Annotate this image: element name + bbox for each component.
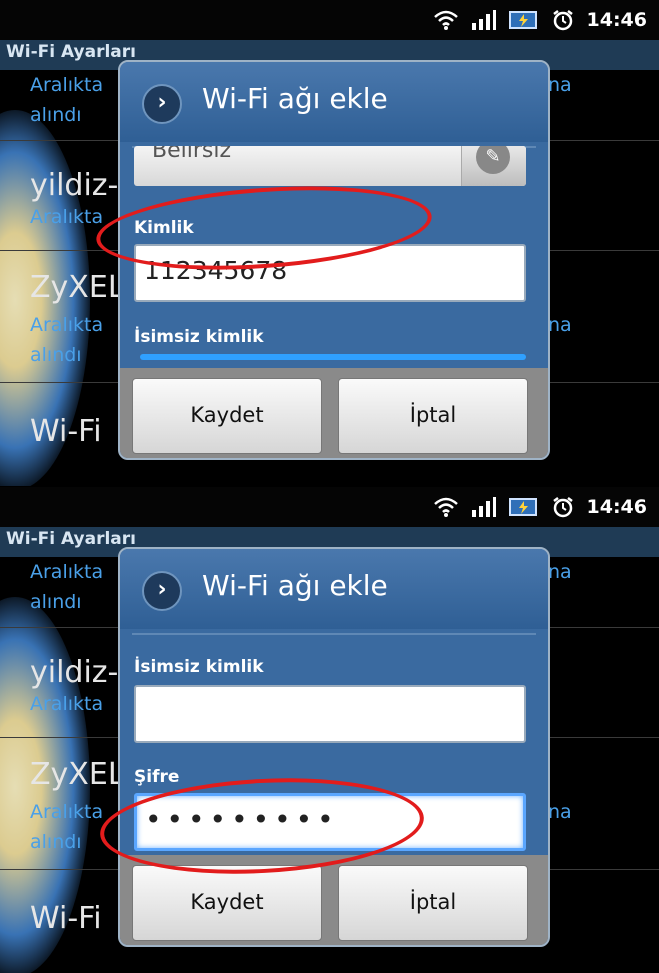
status-time: 14:46 [586, 496, 647, 518]
list-item-status: Aralıkta [30, 314, 104, 336]
list-item-status: na [548, 561, 572, 583]
signal-icon [471, 497, 496, 517]
dialog-title: Wi-Fi ağı ekle [202, 569, 388, 602]
list-item-name[interactable]: ZyXEL [30, 757, 125, 792]
list-item-name[interactable]: Wi-Fi [30, 414, 102, 449]
dialog-header: › Wi-Fi ağı ekle [120, 62, 548, 142]
dialog-footer: Kaydet İptal [120, 368, 548, 458]
wifi-icon [433, 497, 458, 517]
edit-icon: ✎ [476, 146, 510, 174]
list-item-status: Aralıkta [30, 801, 104, 823]
anonymous-identity-field[interactable] [140, 354, 526, 360]
list-item-status: alındı [30, 344, 82, 366]
battery-icon [508, 11, 537, 29]
list-item-status: alındı [30, 831, 82, 853]
dialog-title: Wi-Fi ağı ekle [202, 82, 388, 115]
cancel-button[interactable]: İptal [338, 378, 528, 454]
list-item-name[interactable]: Wi-Fi [30, 901, 102, 936]
select-button[interactable]: ✎ [461, 146, 526, 186]
status-time: 14:46 [586, 9, 647, 31]
dialog-header: › Wi-Fi ağı ekle [120, 549, 548, 629]
list-item-name[interactable]: yildiz- [30, 168, 118, 203]
alarm-icon [552, 497, 573, 518]
battery-icon [508, 498, 537, 516]
list-item-status: Aralıkta [30, 74, 104, 96]
signal-icon [471, 10, 496, 30]
password-label: Şifre [134, 767, 180, 787]
chevron-right-icon: › [142, 84, 182, 124]
chevron-right-icon: › [142, 571, 182, 611]
select-value: Belirsiz [152, 146, 232, 163]
list-item-name[interactable]: ZyXEL [30, 270, 125, 305]
wifi-icon [433, 10, 458, 30]
select-field[interactable]: Belirsiz ✎ [134, 146, 526, 186]
screenshot-top: 14:46 Wi-Fi Ayarları Aralıkta alındı na … [0, 0, 659, 486]
status-bar: 14:46 [0, 487, 659, 527]
list-item-status: Aralıkta [30, 561, 104, 583]
app-title: Wi-Fi Ayarları [6, 42, 136, 62]
anonymous-identity-label: İsimsiz kimlik [134, 327, 264, 347]
divider [132, 633, 536, 635]
list-item-status: na [548, 314, 572, 336]
list-item-status: alındı [30, 591, 82, 613]
list-item-status: na [548, 74, 572, 96]
list-item-status: Aralıkta [30, 206, 104, 228]
app-title: Wi-Fi Ayarları [6, 529, 136, 549]
save-button[interactable]: Kaydet [132, 378, 322, 454]
alarm-icon [552, 10, 573, 31]
anonymous-identity-label: İsimsiz kimlik [134, 657, 264, 677]
list-item-status: Aralıkta [30, 693, 104, 715]
anonymous-identity-field[interactable] [134, 685, 526, 743]
list-item-status: na [548, 801, 572, 823]
cancel-button[interactable]: İptal [338, 865, 528, 941]
status-bar: 14:46 [0, 0, 659, 40]
list-item-status: alındı [30, 104, 82, 126]
add-wifi-dialog: › Wi-Fi ağı ekle İsimsiz kimlik Şifre ••… [118, 547, 550, 947]
screenshot-bottom: 14:46 Wi-Fi Ayarları Aralıkta alındı na … [0, 487, 659, 973]
list-item-name[interactable]: yildiz- [30, 655, 118, 690]
save-button[interactable]: Kaydet [132, 865, 322, 941]
